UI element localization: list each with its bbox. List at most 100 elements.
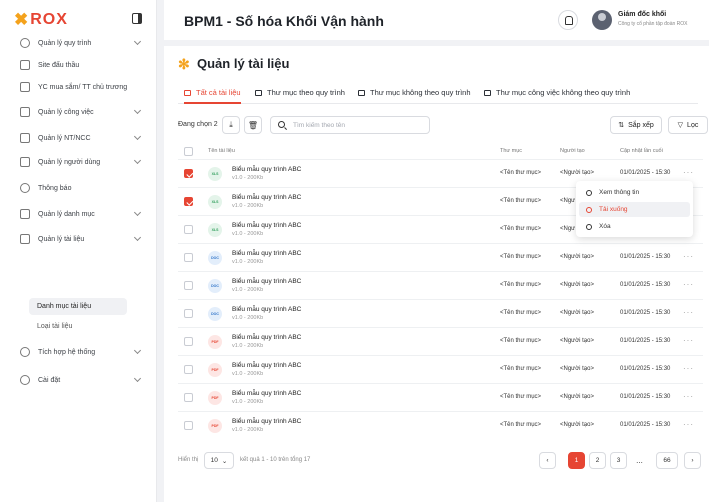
table-row[interactable]: PDF Biểu mẫu quy trình ABC v1.0 - 200Kb <Tê… bbox=[178, 327, 703, 355]
sort-button[interactable]: ⇅ Sắp xếp bbox=[610, 116, 662, 134]
chevron-down-icon bbox=[133, 106, 142, 115]
sidebar-item-label: Quản lý quy trình bbox=[38, 39, 92, 47]
page-button[interactable]: 1 bbox=[568, 452, 585, 469]
tab-item[interactable]: Thư mục không theo quy trình bbox=[358, 88, 471, 97]
folder-cell: <Tên thư mục> bbox=[500, 366, 542, 372]
download-button[interactable]: ⤓ bbox=[222, 116, 240, 134]
row-checkbox[interactable] bbox=[184, 169, 193, 178]
row-checkbox[interactable] bbox=[184, 253, 193, 262]
tab-item[interactable]: Tất cả tài liệu bbox=[184, 88, 241, 104]
sidebar: ✖ ROX Quản lý quy trình Site đấu thầu YC mu… bbox=[0, 0, 157, 502]
row-checkbox[interactable] bbox=[184, 309, 193, 318]
toolbar: Đang chọn 2 ⤓ 🗑 Tìm kiếm theo tên ⇅ Sắp x… bbox=[178, 116, 708, 136]
file-name[interactable]: Biểu mẫu quy trình ABC bbox=[232, 362, 301, 369]
search-icon bbox=[278, 121, 285, 128]
sidebar-item[interactable]: Thông báo bbox=[0, 178, 157, 198]
select-all-checkbox[interactable] bbox=[184, 147, 193, 156]
file-name[interactable]: Biểu mẫu quy trình ABC bbox=[232, 334, 301, 341]
tab-item[interactable]: Thư mục công việc không theo quy trình bbox=[484, 88, 630, 97]
next-page-button[interactable]: › bbox=[684, 452, 701, 469]
file-name[interactable]: Biểu mẫu quy trình ABC bbox=[232, 194, 301, 201]
table-row[interactable]: DOC Biểu mẫu quy trình ABC v1.0 - 200Kb <Tê… bbox=[178, 271, 703, 299]
folder-cell: <Tên thư mục> bbox=[500, 198, 542, 204]
tab-item[interactable]: Thư mục theo quy trình bbox=[255, 88, 345, 97]
sidebar-item[interactable]: Tích hợp hệ thống bbox=[0, 342, 157, 362]
more-actions-icon[interactable]: ··· bbox=[683, 364, 694, 373]
folder-icon bbox=[20, 209, 30, 219]
page-size-select[interactable]: 10 ⌄ bbox=[204, 452, 234, 469]
sidebar-item[interactable]: Quản lý công việc bbox=[0, 102, 157, 122]
row-checkbox[interactable] bbox=[184, 225, 193, 234]
chevron-down-icon bbox=[133, 346, 142, 355]
sidebar-collapse-icon[interactable] bbox=[132, 13, 142, 24]
page-button[interactable]: 3 bbox=[610, 452, 627, 469]
sidebar-subitem[interactable]: Loại tài liệu bbox=[29, 318, 127, 335]
pdf-file-icon: PDF bbox=[208, 363, 222, 377]
search-input[interactable]: Tìm kiếm theo tên bbox=[270, 116, 430, 134]
sort-icon: ⇅ bbox=[618, 122, 625, 129]
context-menu-item[interactable]: Xóa bbox=[579, 219, 690, 234]
info-icon bbox=[586, 189, 592, 196]
context-menu-item[interactable]: Xem thông tin bbox=[579, 185, 690, 200]
page-button[interactable]: 2 bbox=[589, 452, 606, 469]
table-row[interactable]: PDF Biểu mẫu quy trình ABC v1.0 - 200Kb <Tê… bbox=[178, 383, 703, 411]
creator-cell: <Người tạo> bbox=[560, 366, 594, 372]
xls-file-icon: XLS bbox=[208, 223, 222, 237]
filter-button[interactable]: ▽ Lọc bbox=[668, 116, 708, 134]
file-name[interactable]: Biểu mẫu quy trình ABC bbox=[232, 250, 301, 257]
file-meta: v1.0 - 200Kb bbox=[232, 315, 264, 321]
page-button[interactable]: 66 bbox=[656, 452, 678, 469]
sidebar-item[interactable]: Site đấu thầu bbox=[0, 55, 157, 75]
delete-button[interactable]: 🗑 bbox=[244, 116, 262, 134]
more-actions-icon[interactable]: ··· bbox=[683, 308, 694, 317]
sidebar-item[interactable]: YC mua sắm/ TT chủ trương bbox=[0, 77, 157, 97]
tab-bar: Tất cả tài liệu Thư mục theo quy trình Thư… bbox=[178, 86, 698, 104]
file-name[interactable]: Biểu mẫu quy trình ABC bbox=[232, 306, 301, 313]
creator-cell: <Ngư bbox=[560, 198, 576, 204]
prev-page-button[interactable]: ‹ bbox=[539, 452, 556, 469]
notification-bell-icon[interactable] bbox=[558, 10, 578, 30]
file-name[interactable]: Biểu mẫu quy trình ABC bbox=[232, 222, 301, 229]
sidebar-item-label: Site đấu thầu bbox=[38, 61, 80, 69]
sidebar-subitem[interactable]: Danh mục tài liệu bbox=[29, 298, 127, 315]
file-name[interactable]: Biểu mẫu quy trình ABC bbox=[232, 418, 301, 425]
context-menu-item[interactable]: Tải xuống bbox=[579, 202, 690, 217]
briefcase-icon bbox=[20, 107, 30, 117]
user-name[interactable]: Giám đốc khối bbox=[618, 11, 666, 18]
row-checkbox[interactable] bbox=[184, 197, 193, 206]
row-checkbox[interactable] bbox=[184, 365, 193, 374]
row-checkbox[interactable] bbox=[184, 337, 193, 346]
more-actions-icon[interactable]: ··· bbox=[683, 420, 694, 429]
table-row[interactable]: DOC Biểu mẫu quy trình ABC v1.0 - 200Kb <Tê… bbox=[178, 243, 703, 271]
file-name[interactable]: Biểu mẫu quy trình ABC bbox=[232, 166, 301, 173]
file-name[interactable]: Biểu mẫu quy trình ABC bbox=[232, 390, 301, 397]
pdf-file-icon: PDF bbox=[208, 419, 222, 433]
sidebar-item[interactable]: Quản lý tài liệu bbox=[0, 229, 157, 249]
show-label: Hiển thị bbox=[178, 457, 199, 463]
table-row[interactable]: PDF Biểu mẫu quy trình ABC v1.0 - 200Kb <Tê… bbox=[178, 411, 703, 439]
avatar[interactable] bbox=[592, 10, 612, 30]
more-actions-icon[interactable]: ··· bbox=[683, 336, 694, 345]
sidebar-item[interactable]: Quản lý danh mục bbox=[0, 204, 157, 224]
chevron-down-icon bbox=[133, 208, 142, 217]
table-row[interactable]: PDF Biểu mẫu quy trình ABC v1.0 - 200Kb <Tê… bbox=[178, 355, 703, 383]
file-name[interactable]: Biểu mẫu quy trình ABC bbox=[232, 278, 301, 285]
more-actions-icon[interactable]: ··· bbox=[683, 280, 694, 289]
row-checkbox[interactable] bbox=[184, 421, 193, 430]
table-row[interactable]: DOC Biểu mẫu quy trình ABC v1.0 - 200Kb <Tê… bbox=[178, 299, 703, 327]
more-actions-icon[interactable]: ··· bbox=[683, 252, 694, 261]
sidebar-item[interactable]: Quản lý người dùng bbox=[0, 152, 157, 172]
more-actions-icon[interactable]: ··· bbox=[683, 392, 694, 401]
more-actions-icon[interactable]: ··· bbox=[683, 168, 694, 177]
row-checkbox[interactable] bbox=[184, 393, 193, 402]
sidebar-item[interactable]: Quản lý NT/NCC bbox=[0, 128, 157, 148]
row-checkbox[interactable] bbox=[184, 281, 193, 290]
folder-cell: <Tên thư mục> bbox=[500, 282, 542, 288]
folder-icon bbox=[255, 89, 262, 96]
sidebar-item[interactable]: Quản lý quy trình bbox=[0, 33, 157, 53]
integration-icon bbox=[20, 347, 30, 357]
folder-icon bbox=[484, 89, 491, 96]
chevron-down-icon: ⌄ bbox=[221, 457, 228, 465]
file-meta: v1.0 - 200Kb bbox=[232, 371, 264, 377]
sidebar-item[interactable]: Cài đặt bbox=[0, 370, 157, 390]
